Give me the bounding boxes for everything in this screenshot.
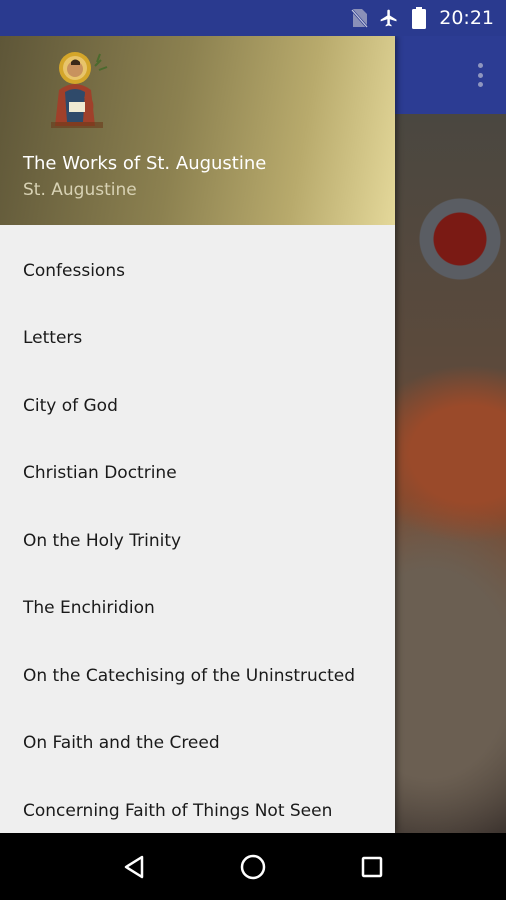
overflow-menu-icon[interactable] [468, 60, 492, 90]
clock: 20:21 [439, 7, 494, 29]
menu-item-confessions[interactable]: Confessions [0, 237, 395, 305]
menu-item-enchiridion[interactable]: The Enchiridion [0, 575, 395, 643]
drawer-menu: Confessions Letters City of God Christia… [0, 237, 395, 833]
no-sim-icon [349, 8, 369, 28]
status-bar: 20:21 [0, 0, 506, 36]
airplane-icon [379, 8, 399, 28]
back-icon[interactable] [114, 847, 154, 887]
menu-item-holy-trinity[interactable]: On the Holy Trinity [0, 507, 395, 575]
menu-item-things-not-seen[interactable]: Concerning Faith of Things Not Seen [0, 777, 395, 833]
menu-item-letters[interactable]: Letters [0, 305, 395, 373]
menu-item-faith-and-creed[interactable]: On Faith and the Creed [0, 710, 395, 778]
drawer-subtitle: St. Augustine [23, 180, 137, 200]
navigation-bar [0, 833, 506, 900]
drawer-header: The Works of St. Augustine St. Augustine [0, 36, 395, 225]
drawer-title: The Works of St. Augustine [23, 153, 267, 174]
menu-item-city-of-god[interactable]: City of God [0, 372, 395, 440]
menu-item-christian-doctrine[interactable]: Christian Doctrine [0, 440, 395, 508]
recents-icon[interactable] [352, 847, 392, 887]
saint-icon [45, 48, 117, 132]
home-icon[interactable] [233, 847, 273, 887]
menu-item-catechising[interactable]: On the Catechising of the Uninstructed [0, 642, 395, 710]
battery-icon [409, 7, 429, 29]
navigation-drawer: The Works of St. Augustine St. Augustine… [0, 36, 395, 833]
